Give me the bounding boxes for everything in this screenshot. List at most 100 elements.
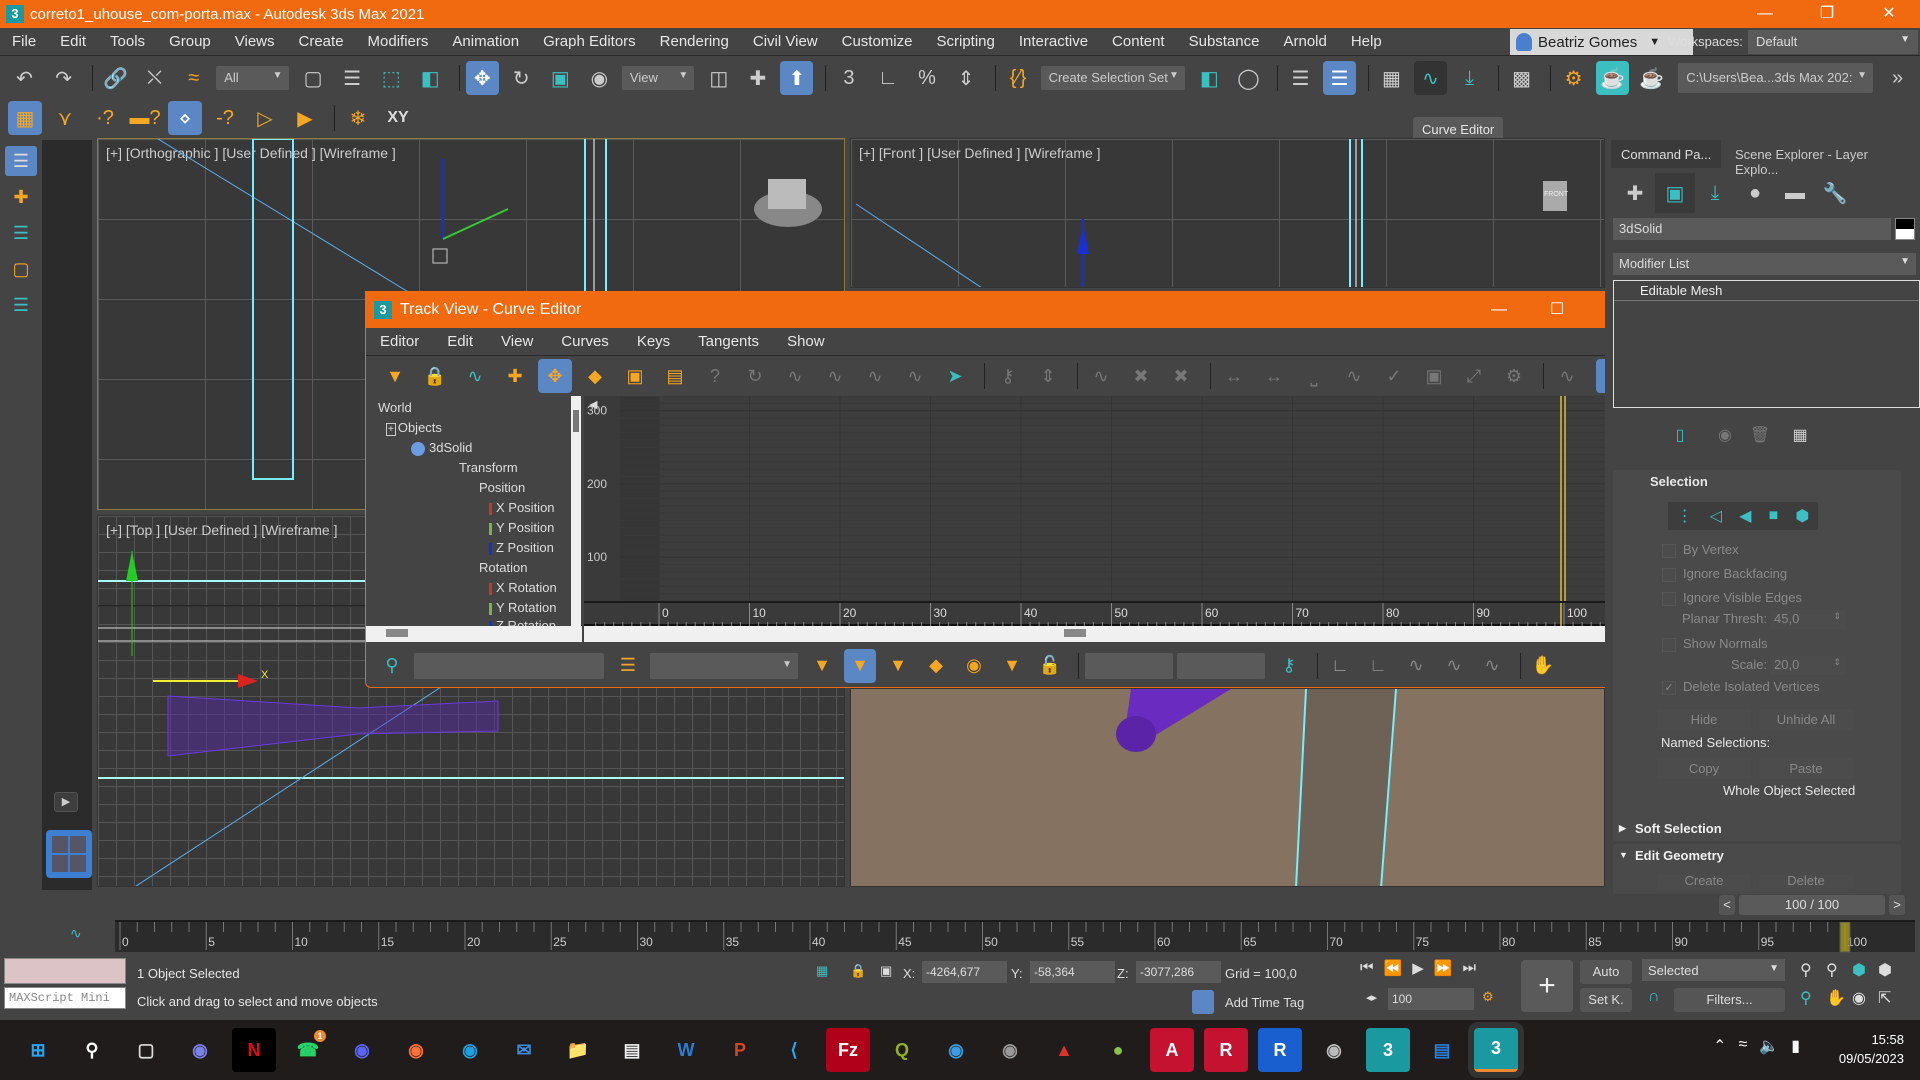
previous-key-icon[interactable]: ⏪ xyxy=(1384,959,1403,977)
app-green-icon[interactable]: ● xyxy=(1096,1028,1140,1072)
object-color-swatch[interactable] xyxy=(1895,218,1915,240)
maximize-viewport-icon[interactable]: ⇱ xyxy=(1878,988,1904,1008)
key-mode-toggle-icon[interactable]: ◂▸ xyxy=(1366,991,1377,1004)
stretch-icon[interactable]: ↔ xyxy=(1257,359,1291,393)
ce-menu-edit[interactable]: Edit xyxy=(433,333,487,350)
previous-frame-button[interactable]: < xyxy=(1719,895,1735,915)
reduce-keys-icon[interactable]: ↔ xyxy=(1217,359,1251,393)
add-to-layer-icon[interactable]: ☰ xyxy=(5,218,37,248)
x-coordinate-field[interactable]: -4264,677 xyxy=(922,961,1007,983)
loop-icon[interactable]: ↻ xyxy=(738,359,772,393)
hierarchy-tab-icon[interactable]: ⤓ xyxy=(1695,173,1735,213)
draw-curves-icon[interactable]: ∿ xyxy=(458,359,492,393)
freeze-snap-icon[interactable]: ❄ xyxy=(341,101,375,135)
field-of-view-icon[interactable]: ⚲ xyxy=(1800,988,1826,1008)
snap-frames-icon[interactable]: ? xyxy=(698,359,732,393)
mail-icon[interactable]: ✉ xyxy=(502,1028,546,1072)
snaps-toggle-icon[interactable]: 3 xyxy=(832,61,865,95)
menu-group[interactable]: Group xyxy=(157,33,223,50)
show-normals-checkbox[interactable] xyxy=(1662,638,1676,652)
zoom-all-icon[interactable]: ⚲ xyxy=(1826,960,1852,980)
motion-tab-icon[interactable]: ● xyxy=(1735,173,1775,213)
reference-coordinate-dropdown[interactable]: View ▼ xyxy=(621,66,695,90)
zoom-region-icon[interactable]: ∿ xyxy=(1476,649,1508,683)
display-tab-icon[interactable]: ▬ xyxy=(1775,173,1815,213)
menu-animation[interactable]: Animation xyxy=(440,33,531,50)
align-icon[interactable]: ◯ xyxy=(1232,61,1265,95)
delete-button[interactable]: Delete xyxy=(1759,875,1853,889)
create-button[interactable]: Create xyxy=(1657,875,1751,889)
toolbar-overflow-icon[interactable]: » xyxy=(1881,61,1914,95)
wifi-icon[interactable]: ≈ xyxy=(1738,1036,1747,1056)
tab-command-panel[interactable]: Command Pa... xyxy=(1611,140,1722,168)
selection-filter-dropdown[interactable]: All ▼ xyxy=(216,66,289,90)
frame-field[interactable] xyxy=(1085,652,1173,679)
create-tab-icon[interactable]: ✚ xyxy=(1615,173,1655,213)
add-keys-icon[interactable]: ✚ xyxy=(498,359,532,393)
workspaces-dropdown[interactable]: Default ▼ xyxy=(1748,30,1918,54)
menu-civil-view[interactable]: Civil View xyxy=(741,33,830,50)
object-name-input[interactable]: 3dSolid xyxy=(1613,218,1891,240)
restore-button[interactable]: ❐ xyxy=(1796,0,1858,28)
viewport-perspective[interactable] xyxy=(850,688,1605,887)
set-keys-icon[interactable]: ▣ xyxy=(1417,359,1451,393)
close-button[interactable]: ✕ xyxy=(1858,0,1920,28)
unlink-icon[interactable]: ⛌ xyxy=(138,61,171,95)
curve-graph[interactable]: 300 200 100 ◀ xyxy=(584,396,1631,601)
rendered-frame-window-icon[interactable]: ☕ xyxy=(1596,61,1630,95)
toggle-ribbon-icon[interactable]: ▦ xyxy=(1375,61,1408,95)
ce-menu-editor[interactable]: Editor xyxy=(366,333,433,350)
configure-modifier-sets-icon[interactable]: ▦ xyxy=(1780,415,1820,455)
filter-selected-tracks-icon[interactable]: ▼ xyxy=(806,649,838,683)
flatten-icon[interactable]: ⎵ xyxy=(1297,359,1331,393)
time-slider[interactable]: 100 / 100 xyxy=(1739,895,1885,915)
filter-active-layer-icon[interactable]: ◆ xyxy=(920,649,952,683)
viewcube-label[interactable]: FRONT xyxy=(1544,191,1568,198)
selection-lock-icon[interactable]: 🔒 xyxy=(850,963,866,979)
app-red-icon[interactable]: ▲ xyxy=(1042,1028,1086,1072)
pin-stack-icon[interactable]: ▯ xyxy=(1660,415,1700,455)
expand-icon[interactable]: + xyxy=(386,423,396,436)
tree-scrollbar[interactable] xyxy=(571,396,581,626)
slide-keys-icon[interactable]: ◆ xyxy=(578,359,612,393)
filter-unlocked-attributes-icon[interactable]: ▼ xyxy=(996,649,1028,683)
scale-spinner[interactable]: 20,0 ⇕ xyxy=(1770,656,1845,675)
normalize-icon[interactable]: ∿ xyxy=(1400,649,1432,683)
ce-maximize-button[interactable]: ☐ xyxy=(1528,292,1586,328)
next-key-icon[interactable]: ⏩ xyxy=(1434,959,1453,977)
center-face-snap-icon[interactable]: ▶ xyxy=(288,101,322,135)
viewport-front[interactable]: [+] [Front ] [User Defined ] [Wireframe … xyxy=(850,138,1605,288)
auto-tangent-icon[interactable]: ∿ xyxy=(778,359,812,393)
break-tangents-icon[interactable]: ✖ xyxy=(1124,359,1158,393)
project-folder-dropdown[interactable]: C:\Users\Bea...3ds Max 202: ▼ xyxy=(1678,63,1874,93)
current-frame-field[interactable]: 100 xyxy=(1388,988,1474,1010)
element-level-icon[interactable]: ⬢ xyxy=(1795,506,1809,526)
named-selection-set-dropdown[interactable]: Create Selection Set ▼ xyxy=(1040,66,1185,90)
tree-horizontal-scrollbar[interactable] xyxy=(366,626,582,642)
notepad-icon[interactable]: ▤ xyxy=(610,1028,654,1072)
frame-values-icon[interactable]: ∟ xyxy=(1362,649,1394,683)
material-editor-icon[interactable]: ▩ xyxy=(1505,61,1538,95)
tree-x-rotation[interactable]: X Rotation xyxy=(489,580,557,595)
paste-button[interactable]: Paste xyxy=(1759,758,1853,779)
unhide-all-button[interactable]: Unhide All xyxy=(1759,709,1853,730)
pan-hand-icon[interactable]: ✋ xyxy=(1527,649,1559,683)
graph-horizontal-scrollbar[interactable] xyxy=(584,626,1644,642)
filezilla-icon[interactable]: Fz xyxy=(826,1028,870,1072)
menu-rendering[interactable]: Rendering xyxy=(648,33,741,50)
midpoint-snap-icon[interactable]: -? xyxy=(208,101,242,135)
user-account-dropdown[interactable]: Beatriz Gomes ▼ xyxy=(1510,29,1693,55)
vertex-snap-icon[interactable]: ·? xyxy=(88,101,122,135)
ease-curve-icon[interactable]: ∿ xyxy=(1084,359,1118,393)
planar-thresh-spinner[interactable]: 45,0 ⇕ xyxy=(1770,610,1845,629)
polygon-level-icon[interactable]: ■ xyxy=(1769,507,1779,525)
render-setup-icon[interactable]: ⚙ xyxy=(1557,61,1590,95)
edge-snap-icon[interactable]: ⋄ xyxy=(168,101,202,135)
layers-icon[interactable]: ☰ xyxy=(5,146,37,176)
default-tangents-icon[interactable]: ∩ xyxy=(1648,988,1660,1006)
zoom-extents-icon[interactable]: ⬢ xyxy=(1852,960,1878,980)
menu-help[interactable]: Help xyxy=(1339,33,1394,50)
ignore-visible-edges-checkbox[interactable] xyxy=(1662,592,1676,606)
filter-visible-objects-icon[interactable]: ◉ xyxy=(958,649,990,683)
zoom-selected-object-icon[interactable]: ⚲ xyxy=(376,649,408,683)
